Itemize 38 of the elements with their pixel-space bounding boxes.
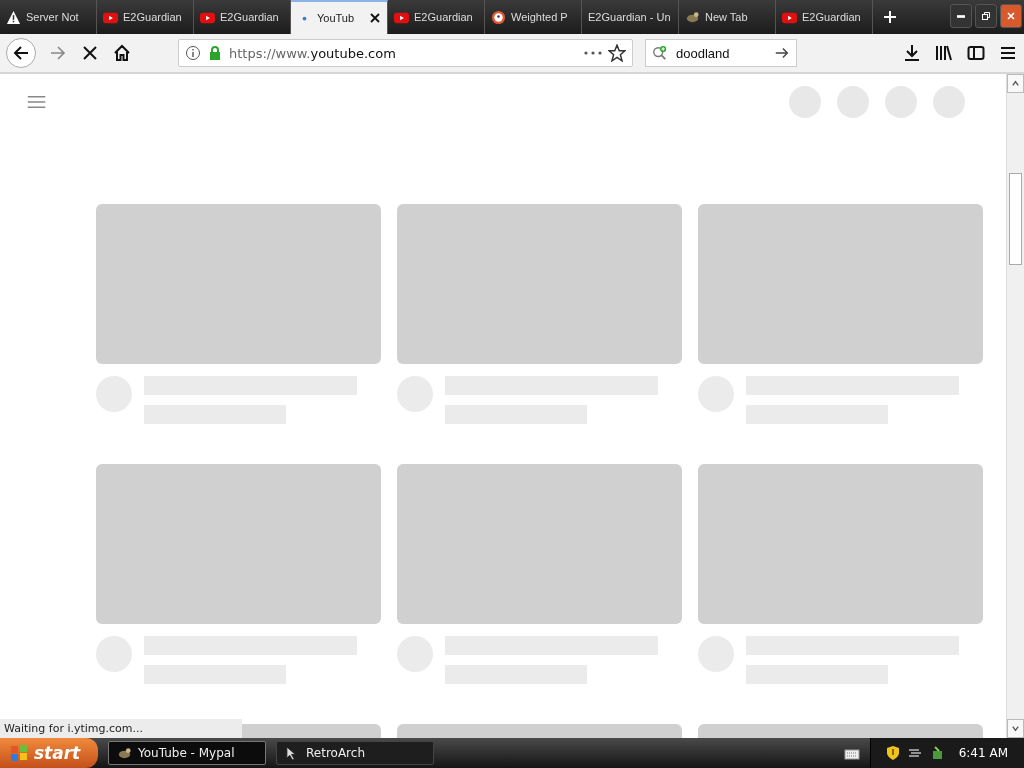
sidebar-icon[interactable] [966,43,986,63]
clock: 6:41 AM [958,746,1008,760]
back-button[interactable] [6,38,36,68]
library-icon[interactable] [934,43,954,63]
down-caret-icon [1011,724,1020,733]
download-icon[interactable] [902,43,922,63]
browser-tab[interactable]: YouTub [291,0,388,34]
shield-icon[interactable] [884,745,901,761]
more-icon[interactable] [584,51,602,55]
home-icon[interactable] [112,43,132,63]
info-icon[interactable] [185,45,201,61]
taskbar-button[interactable]: YouTube - Mypal [108,741,266,765]
go-arrow-icon[interactable] [774,45,790,61]
address-bar[interactable]: https://www.youtube.com [178,39,633,67]
restore-button[interactable] [975,4,997,28]
critter-icon [685,9,700,25]
bookmark-star-icon[interactable] [608,44,626,62]
taskbar-button[interactable]: RetroArch [276,741,434,765]
close-window-button[interactable] [1000,4,1022,28]
restore-icon [981,11,991,21]
close-icon [1006,11,1016,21]
scrollbar[interactable] [1006,74,1024,738]
up-caret-icon [1011,79,1020,88]
padlock-icon [207,45,223,61]
duck-icon [491,9,506,25]
close-tab-icon[interactable] [369,12,381,24]
critter-icon [117,745,132,761]
search-field[interactable]: doodland [645,39,797,67]
minimize-button[interactable] [950,4,972,28]
scroll-up-button[interactable] [1007,74,1024,93]
status-text: Waiting for i.ytimg.com... [0,719,242,738]
warning-icon [6,9,21,25]
minimize-icon [957,14,965,18]
scroll-thumb[interactable] [1009,173,1022,265]
scroll-down-button[interactable] [1007,719,1024,738]
search-add-icon [652,45,668,61]
windows-logo-icon [10,744,28,762]
new-tab-icon[interactable] [883,10,897,24]
